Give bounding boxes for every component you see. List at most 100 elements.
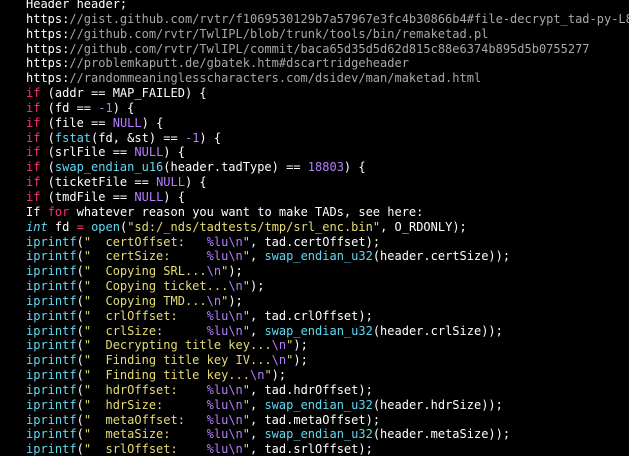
code-token-comment: //gist.github.com/rvtr/f1069530129b7a579… xyxy=(69,11,629,26)
code-token-string: "sd:/_nds/tadtests/tmp/srl_enc.bin" xyxy=(127,219,381,234)
code-token-number: \n xyxy=(271,338,287,353)
code-token-keyword: if xyxy=(26,115,41,130)
code-token-plain: Header header; xyxy=(26,0,128,11)
code-token-plain: https: xyxy=(26,11,70,26)
code-line: if (fd == -1) { xyxy=(26,101,629,116)
code-token-plain: ( xyxy=(76,382,84,397)
code-token-number: \n xyxy=(249,368,265,383)
code-token-plain: (tmdFile xyxy=(40,189,113,204)
code-token-comment: //problemkaputt.de/gbatek.htm#dscartridg… xyxy=(69,56,409,71)
code-token-plain: , tad.srlOffset); xyxy=(250,442,373,456)
code-token-plain: , tad.crlOffset); xyxy=(250,308,373,323)
code-line: https://randommeaninglesscharacters.com/… xyxy=(26,71,629,86)
code-line: iprintf(" Finding title key IV...\n"); xyxy=(26,353,629,368)
code-token-plain: (file xyxy=(40,115,92,130)
code-token-plain: ( xyxy=(76,308,84,323)
code-token-string: " Copying TMD... xyxy=(83,293,207,308)
code-token-function: iprintf xyxy=(26,442,77,456)
code-token-keyword: if xyxy=(26,160,41,175)
code-token-string: " hdrOffset: xyxy=(83,382,207,397)
code-token-plain: (fd, &st) xyxy=(91,130,164,145)
code-token-string: " xyxy=(242,427,250,442)
code-token-function: swap_endian_u32 xyxy=(264,249,373,264)
code-token-plain: == xyxy=(112,145,128,160)
code-token-plain: == xyxy=(286,160,301,175)
code-token-string: " xyxy=(242,412,250,427)
code-token-function: iprintf xyxy=(26,368,77,383)
code-token-number: %lu\n xyxy=(206,234,243,249)
code-token-string: " xyxy=(242,249,250,264)
code-line: iprintf(" hdrOffset: %lu\n", tad.hdrOffs… xyxy=(26,383,629,398)
code-token-function: iprintf xyxy=(26,338,77,353)
code-token-function: iprintf xyxy=(26,397,77,412)
code-token-plain: ) { xyxy=(199,130,222,145)
code-line: iprintf(" srlOffset: %lu\n", tad.srlOffs… xyxy=(26,442,629,456)
code-token-plain: (header.certSize)); xyxy=(372,249,511,264)
code-token-plain: https: xyxy=(26,41,70,56)
code-line: iprintf(" metaOffset: %lu\n", tad.metaOf… xyxy=(26,413,629,428)
code-token-plain: ( xyxy=(76,368,84,383)
code-token-plain: fd xyxy=(47,219,77,234)
code-line: iprintf(" Finding title key...\n"); xyxy=(26,368,629,383)
code-token-plain: (fd xyxy=(40,100,77,115)
code-token-plain: (addr xyxy=(40,86,92,101)
code-line: if (ticketFile == NULL) { xyxy=(26,175,629,190)
code-token-string: " Decrypting title key... xyxy=(83,338,272,353)
code-token-comment: //github.com/rvtr/TwlIPL/blob/trunk/tool… xyxy=(69,26,489,41)
code-token-function: iprintf xyxy=(26,427,77,442)
code-token-string: " metaSize: xyxy=(83,427,207,442)
code-token-plain: == xyxy=(112,189,128,204)
code-token-plain: https: xyxy=(26,26,70,41)
code-token-plain: ); xyxy=(228,293,243,308)
code-line: iprintf(" certOffset: %lu\n", tad.certOf… xyxy=(26,235,629,250)
code-token-number: \n xyxy=(228,279,243,294)
code-token-plain: (ticketFile xyxy=(40,175,135,190)
code-token-plain: https: xyxy=(26,56,70,71)
code-token-string: " xyxy=(242,442,250,456)
code-token-string: " xyxy=(242,382,250,397)
code-line: if (file == NULL) { xyxy=(26,116,629,131)
code-line: iprintf(" hdrSize: %lu\n", swap_endian_u… xyxy=(26,398,629,413)
code-token-comment: //github.com/rvtr/TwlIPL/commit/baca65d3… xyxy=(69,41,590,56)
code-token-function: swap_endian_u16 xyxy=(54,160,164,175)
code-line: if (tmdFile == NULL) { xyxy=(26,190,629,205)
code-token-string: " metaOffset: xyxy=(83,412,207,427)
code-token-plain: , tad.hdrOffset); xyxy=(250,382,373,397)
code-token-plain: == xyxy=(134,175,149,190)
code-token-number: 18803 xyxy=(307,160,344,175)
code-token-number: -1 xyxy=(98,100,113,115)
code-token-function: iprintf xyxy=(26,308,77,323)
code-editor[interactable]: Header header; https://gist.github.com/rv… xyxy=(0,0,629,456)
code-token-number: -1 xyxy=(184,130,200,145)
code-token-plain: ( xyxy=(40,130,55,145)
code-token-plain: whatever reason you want to make TADs, s… xyxy=(69,204,424,219)
code-line: int fd = open("sd:/_nds/tadtests/tmp/srl… xyxy=(26,220,629,235)
code-token-number: NULL xyxy=(112,115,142,130)
code-line: iprintf(" Decrypting title key...\n"); xyxy=(26,338,629,353)
code-token-number: %lu\n xyxy=(206,382,243,397)
code-token-function: iprintf xyxy=(26,234,77,249)
code-token-string: " xyxy=(264,368,272,383)
code-token-plain: ( xyxy=(76,234,84,249)
code-line: if (addr == MAP_FAILED) { xyxy=(26,86,629,101)
code-token-plain: ( xyxy=(76,279,84,294)
code-token-plain: https: xyxy=(26,71,70,86)
code-token-plain: ); xyxy=(293,338,308,353)
code-token-function: iprintf xyxy=(26,412,77,427)
code-token-string: " xyxy=(242,323,250,338)
code-token-plain: ( xyxy=(76,338,84,353)
code-token-function: iprintf xyxy=(26,279,77,294)
code-token-string: " crlSize: xyxy=(83,323,207,338)
code-token-plain: == xyxy=(76,100,92,115)
code-token-keyword: = xyxy=(76,219,84,234)
code-token-plain: (header.hdrSize)); xyxy=(372,397,503,412)
code-token-plain: ( xyxy=(76,353,84,368)
code-token-plain: == xyxy=(91,86,106,101)
code-token-number: \n xyxy=(206,264,222,279)
code-token-plain: == xyxy=(91,115,106,130)
code-token-plain: ( xyxy=(76,427,84,442)
code-token-function: iprintf xyxy=(26,353,77,368)
